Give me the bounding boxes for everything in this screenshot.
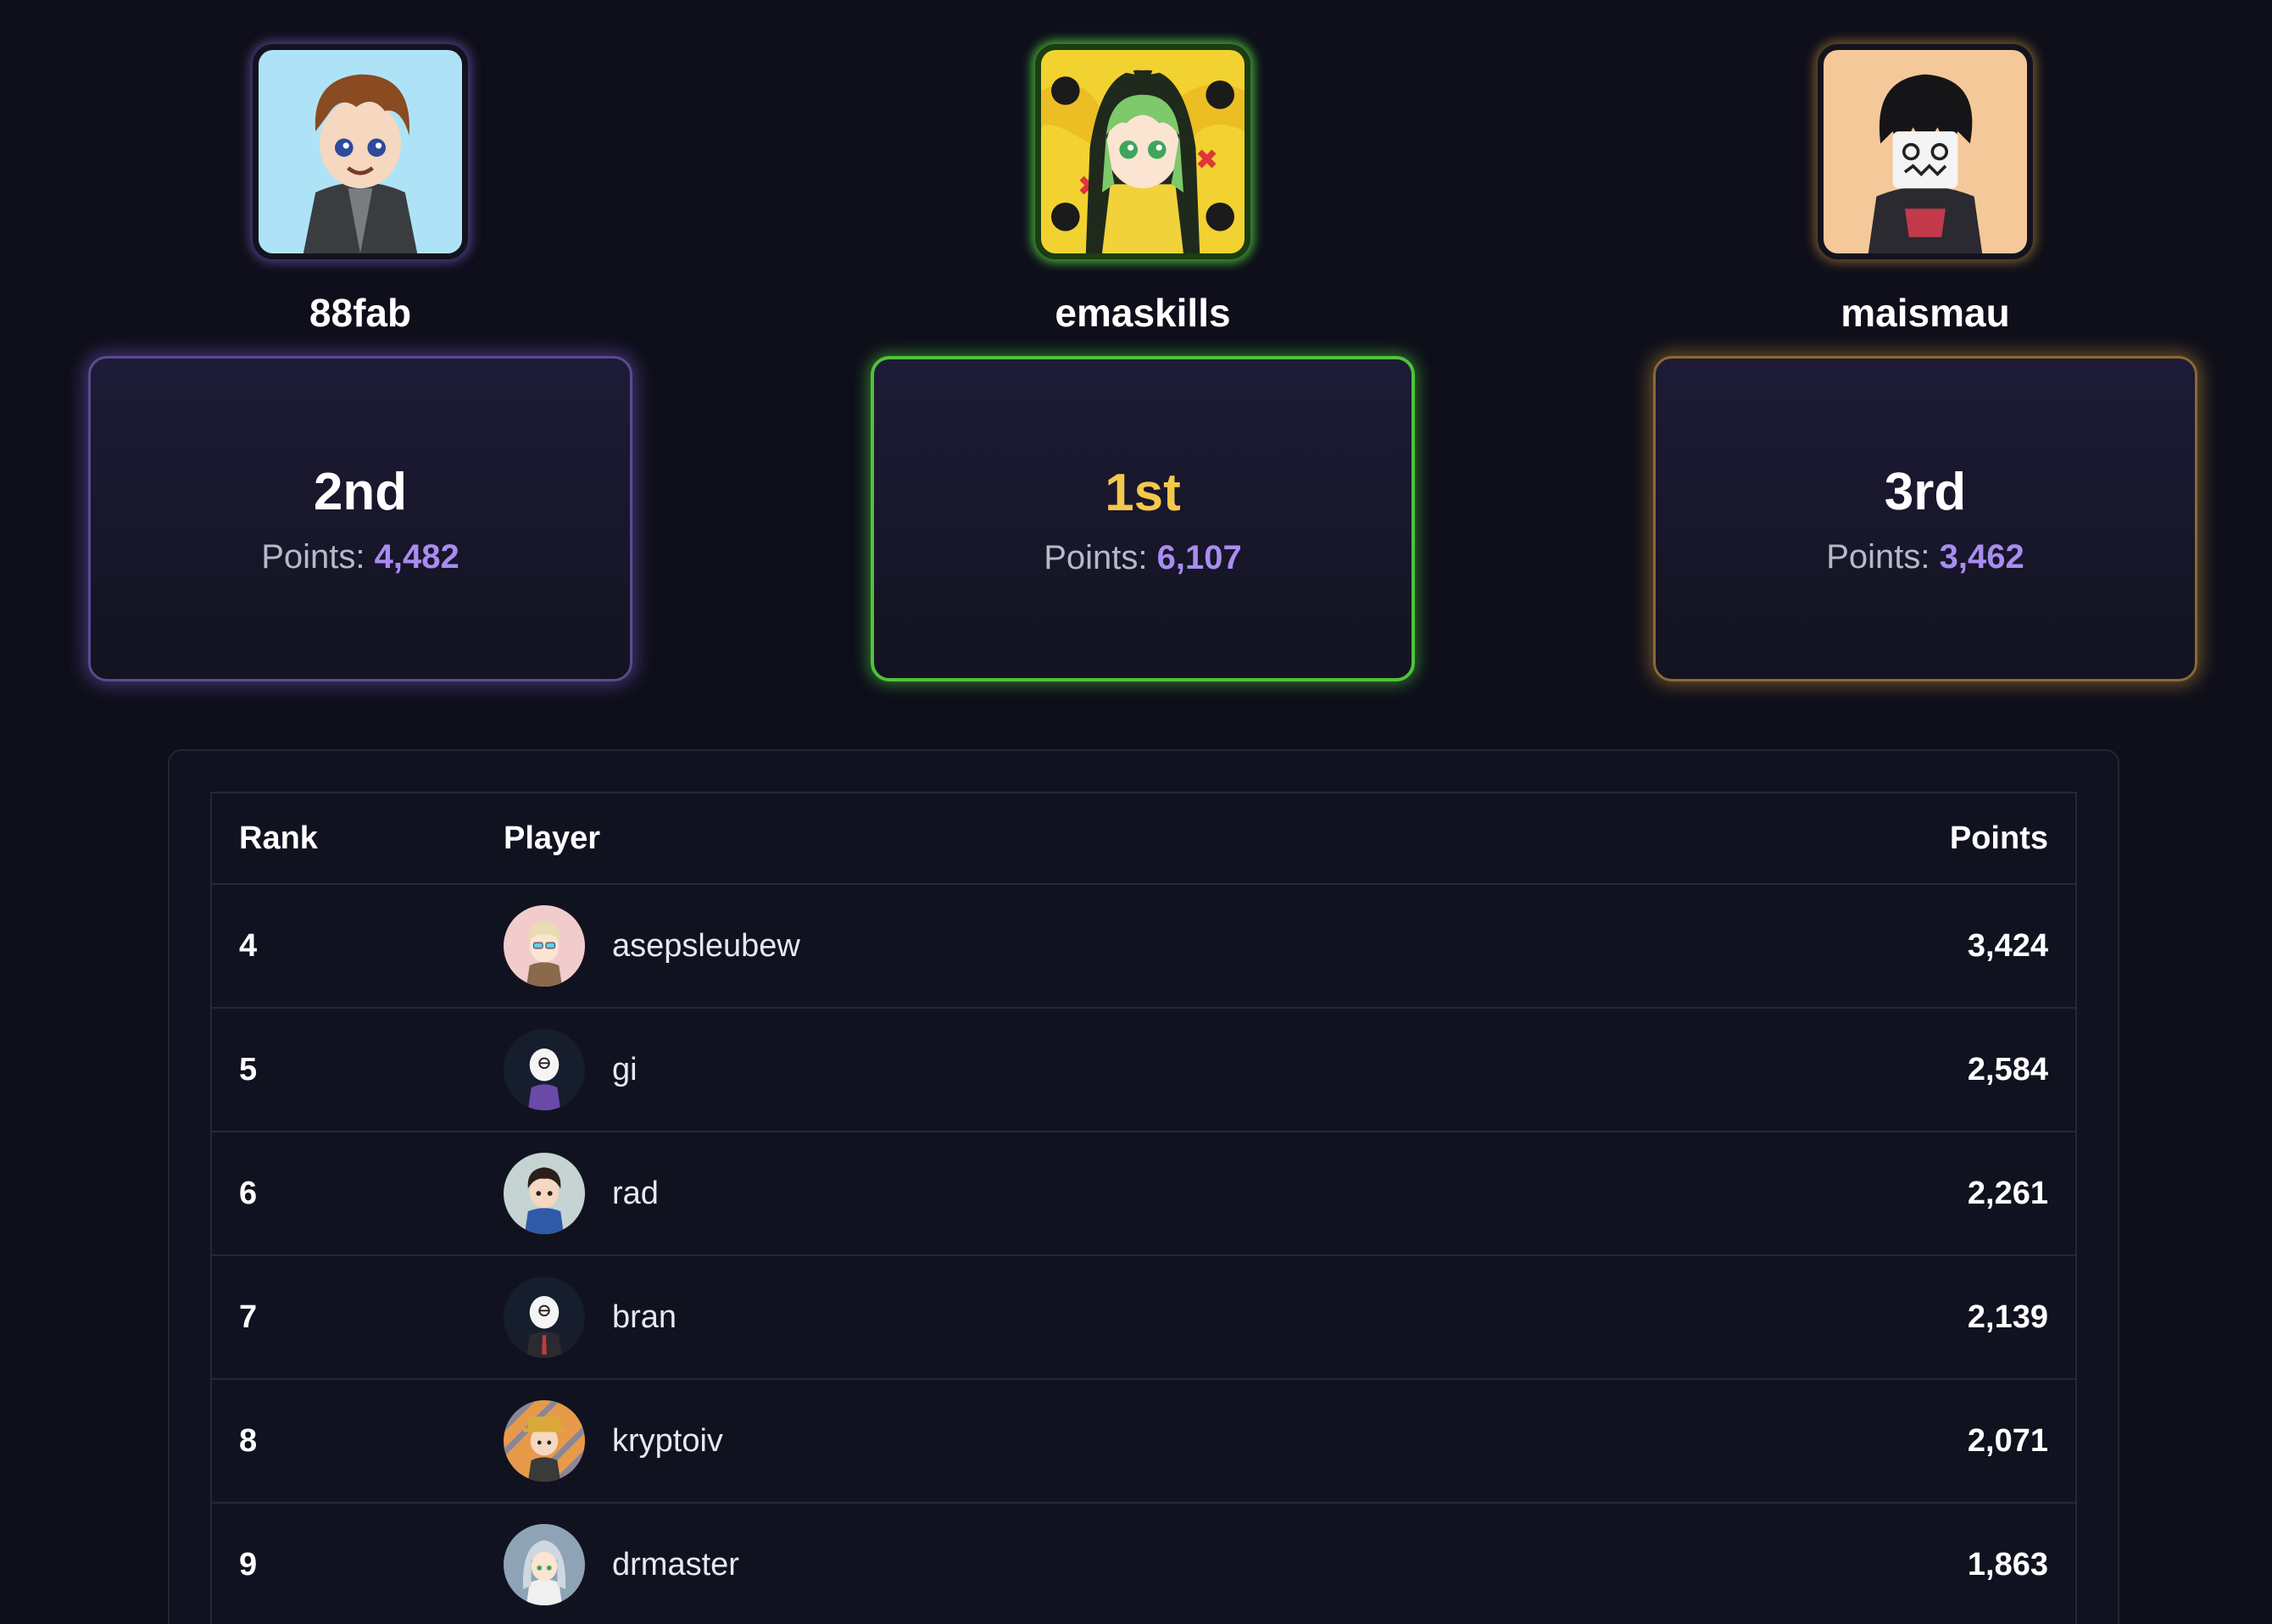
podium-first-place: 1st [1105, 464, 1181, 522]
row-rank: 4 [239, 927, 258, 964]
green-hood-anime-avatar-icon [1041, 50, 1245, 253]
points-label: Points: [261, 538, 375, 576]
player-avatar[interactable] [504, 1276, 585, 1358]
row-player: gi [504, 1009, 638, 1131]
header-rank: Rank [239, 820, 318, 856]
masked-dark-avatar-icon [504, 1029, 585, 1110]
podium-third-card: 3rd Points: 3,462 [1653, 356, 2197, 681]
leaderboard-page: 88fab 2nd Points: 4,482 emaskills 1st Po… [0, 0, 2272, 1624]
podium-second-points: Points: 4,482 [91, 538, 630, 576]
player-name[interactable]: bran [612, 1299, 677, 1336]
podium-first-card: 1st Points: 6,107 [871, 356, 1415, 681]
row-player: asepsleubew [504, 885, 800, 1007]
table-header-row: Rank Player Points [212, 793, 2075, 883]
podium-first-points: Points: 6,107 [874, 539, 1412, 577]
hat-colorful-avatar-icon [504, 1400, 585, 1482]
player-avatar[interactable] [504, 1400, 585, 1482]
table-row[interactable]: 6 rad 2,261 [212, 1131, 2075, 1254]
player-name[interactable]: asepsleubew [612, 928, 800, 965]
table-row[interactable]: 8 kryptoiv 2,071 [212, 1378, 2075, 1502]
row-player: drmaster [504, 1504, 739, 1624]
leaderboard-table: Rank Player Points 4 asepsleubew 3,424 5… [210, 792, 2077, 1624]
header-player: Player [504, 820, 601, 856]
row-player: rad [504, 1132, 659, 1254]
podium-third-name[interactable]: maismau [1653, 290, 2197, 336]
row-points: 2,261 [1967, 1175, 2048, 1211]
player-avatar[interactable] [504, 1153, 585, 1234]
row-points: 3,424 [1967, 927, 2048, 964]
row-player: bran [504, 1256, 677, 1378]
player-avatar[interactable] [504, 905, 585, 987]
row-points: 2,139 [1967, 1299, 2048, 1335]
player-name[interactable]: gi [612, 1052, 638, 1088]
table-row[interactable]: 9 drmaster 1,863 [212, 1502, 2075, 1624]
silver-hair-avatar-icon [504, 1524, 585, 1605]
leaderboard-table-panel: Rank Player Points 4 asepsleubew 3,424 5… [168, 749, 2119, 1624]
blonde-glasses-avatar-icon [504, 905, 585, 987]
podium-second-avatar[interactable] [253, 44, 468, 259]
dark-hair-boy-avatar-icon [504, 1153, 585, 1234]
podium-first-avatar[interactable] [1035, 44, 1250, 259]
masked-suit-avatar-icon [504, 1276, 585, 1358]
brown-hair-boy-avatar-icon [259, 50, 462, 253]
row-points: 2,584 [1967, 1051, 2048, 1087]
player-name[interactable]: drmaster [612, 1547, 739, 1583]
points-value: 6,107 [1156, 539, 1242, 576]
row-rank: 5 [239, 1051, 258, 1087]
points-label: Points: [1044, 539, 1157, 576]
row-points: 1,863 [1967, 1546, 2048, 1582]
table-row[interactable]: 5 gi 2,584 [212, 1007, 2075, 1131]
podium-third-points: Points: 3,462 [1656, 538, 2195, 576]
points-label: Points: [1826, 538, 1940, 576]
row-rank: 6 [239, 1175, 258, 1211]
player-name[interactable]: kryptoiv [612, 1423, 723, 1460]
header-points: Points [1949, 820, 2048, 856]
podium-second-card: 2nd Points: 4,482 [88, 356, 632, 681]
podium-second-place: 2nd [313, 463, 408, 521]
masked-black-hair-avatar-icon [1824, 50, 2027, 253]
player-avatar[interactable] [504, 1524, 585, 1605]
row-player: kryptoiv [504, 1380, 723, 1502]
table-row[interactable]: 7 bran 2,139 [212, 1254, 2075, 1378]
points-value: 3,462 [1939, 538, 2024, 576]
table-row[interactable]: 4 asepsleubew 3,424 [212, 883, 2075, 1007]
podium-third-avatar[interactable] [1818, 44, 2033, 259]
row-rank: 9 [239, 1546, 258, 1582]
podium-second-name[interactable]: 88fab [88, 290, 632, 336]
player-avatar[interactable] [504, 1029, 585, 1110]
points-value: 4,482 [374, 538, 459, 576]
player-name[interactable]: rad [612, 1176, 659, 1212]
podium-first-name[interactable]: emaskills [871, 290, 1415, 336]
row-rank: 8 [239, 1422, 258, 1459]
row-points: 2,071 [1967, 1422, 2048, 1459]
podium-third-place: 3rd [1884, 463, 1967, 521]
row-rank: 7 [239, 1299, 258, 1335]
